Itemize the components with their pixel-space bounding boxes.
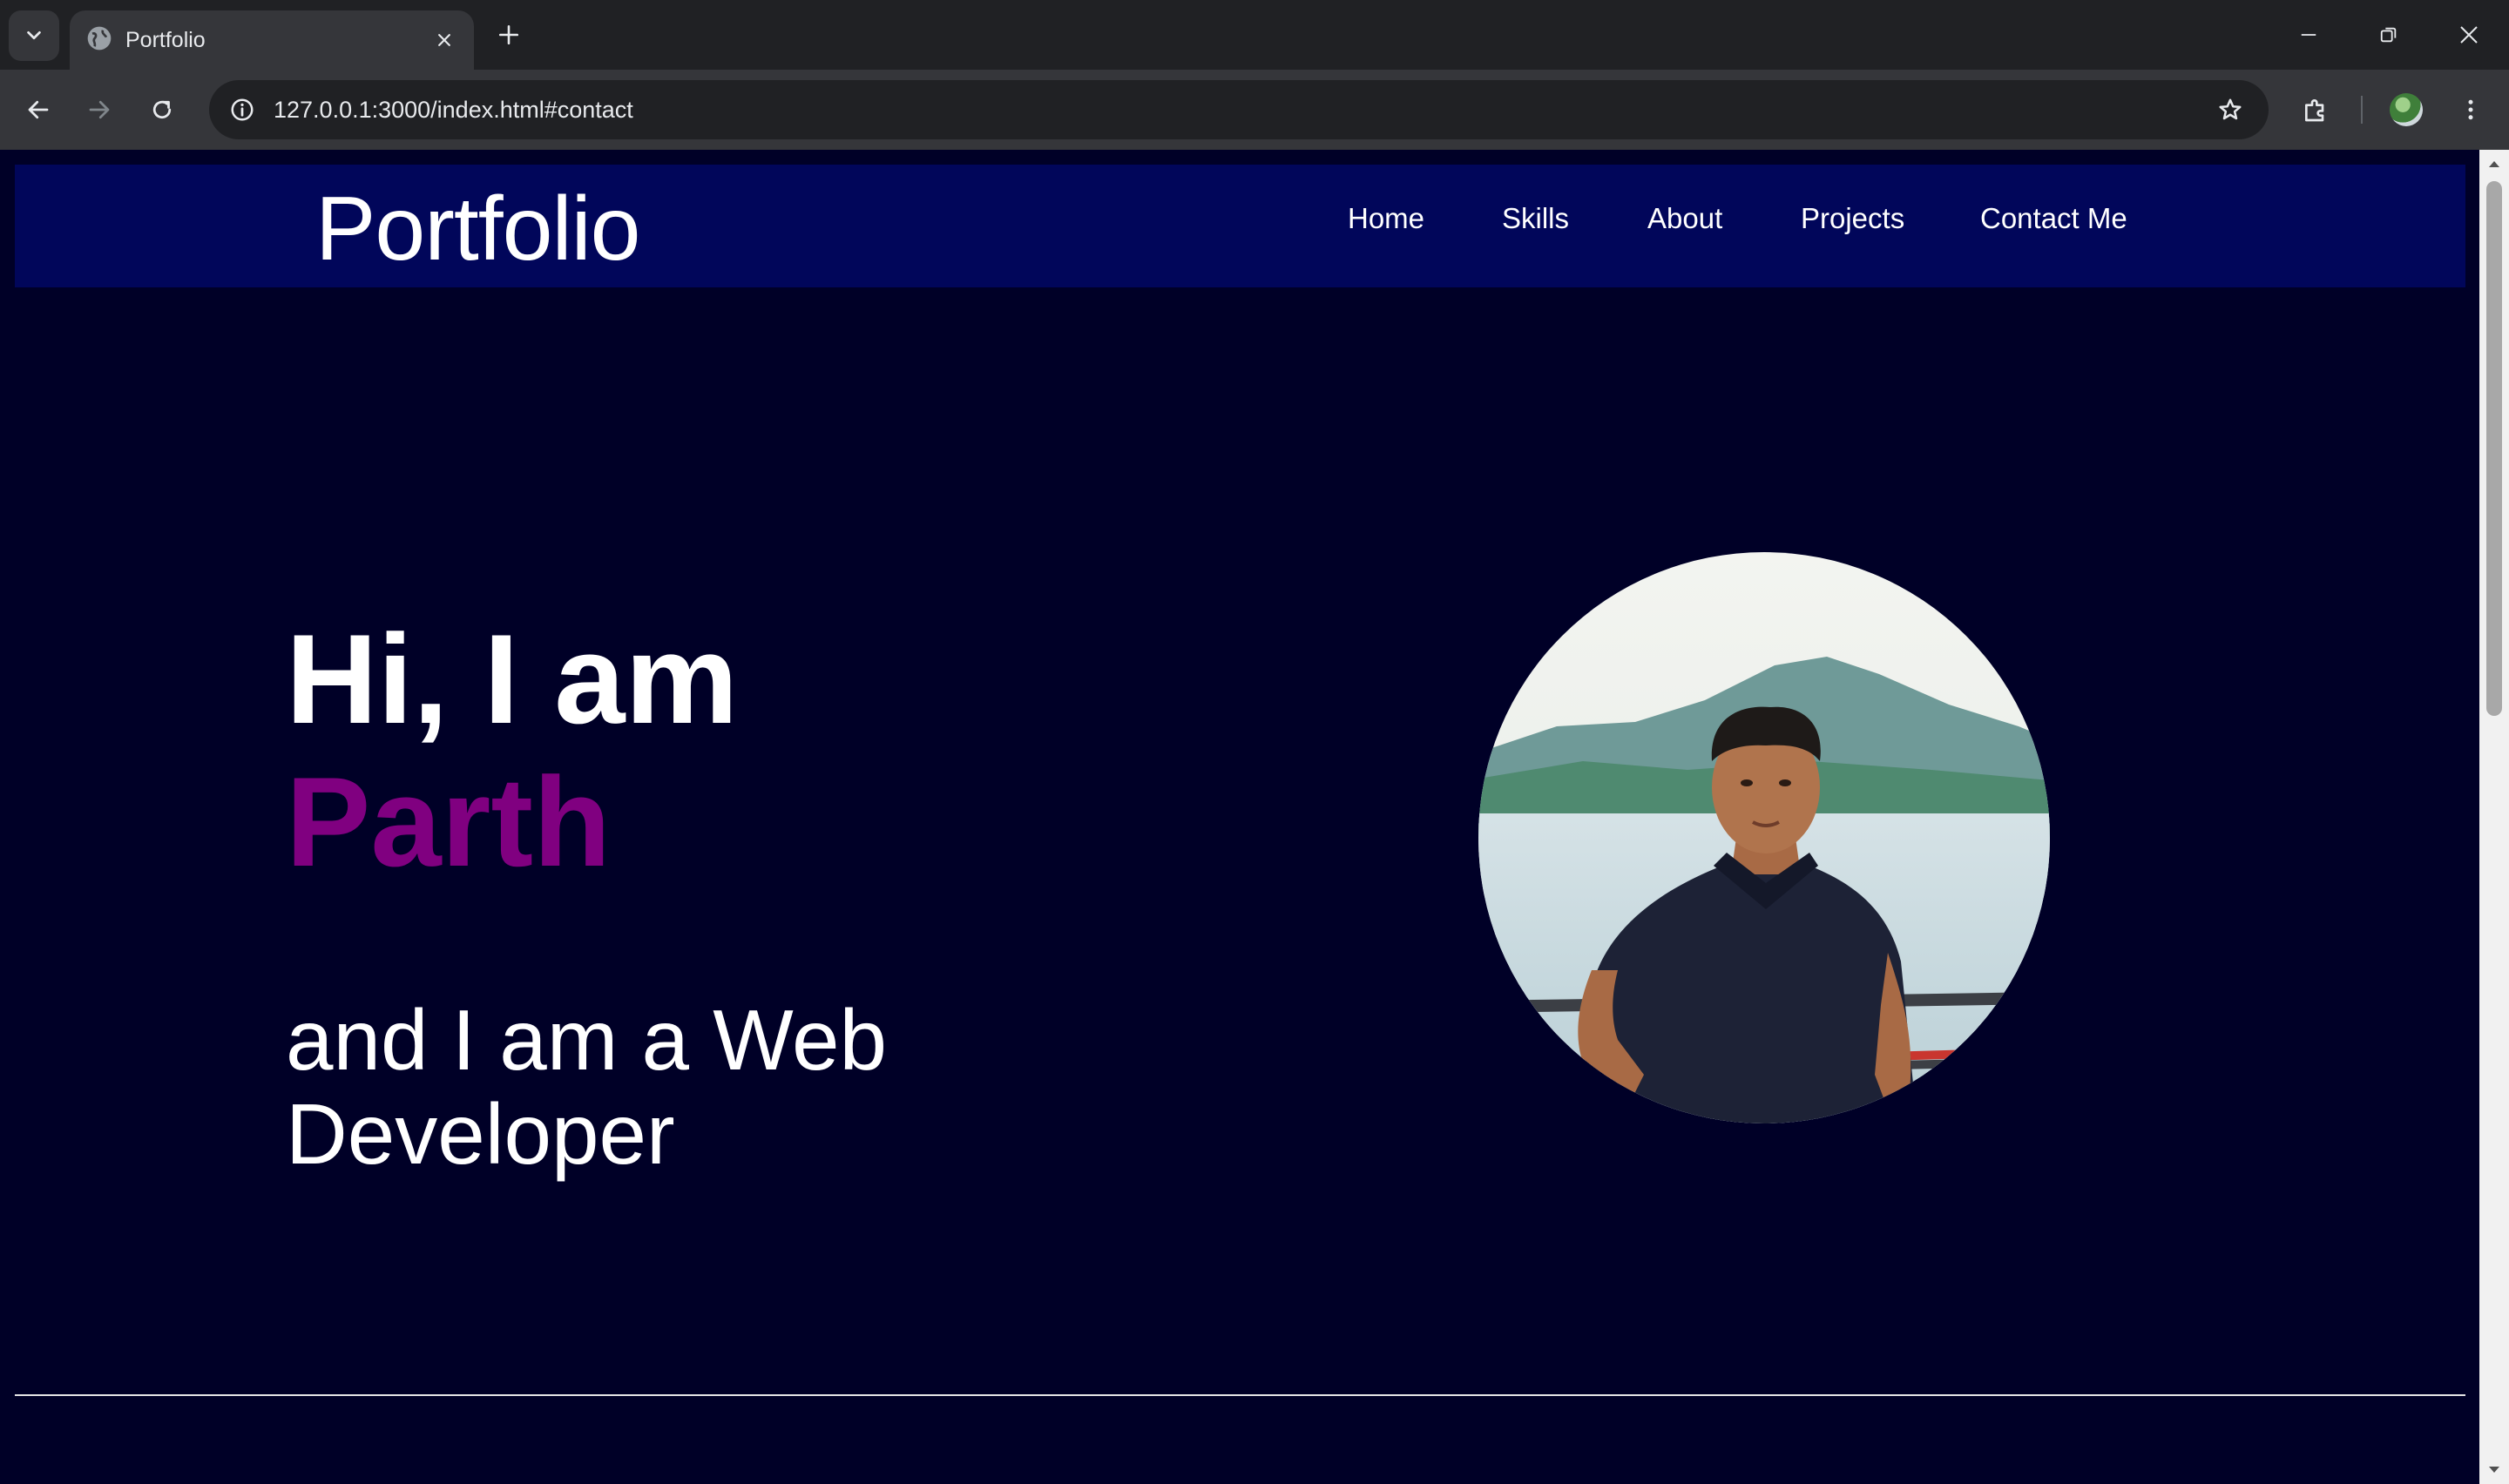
reload-icon	[152, 100, 172, 119]
close-tab-button[interactable]	[427, 23, 462, 57]
plus-icon	[498, 24, 519, 45]
nav-link-about[interactable]: About	[1647, 201, 1722, 236]
globe-icon	[87, 26, 112, 51]
tab-title: Portfolio	[125, 28, 206, 52]
site-info-button[interactable]	[221, 89, 263, 131]
hero-greeting: Hi, I am	[286, 608, 739, 750]
forward-button[interactable]	[77, 87, 122, 132]
arrow-left-icon	[28, 100, 49, 119]
nav-link-projects[interactable]: Projects	[1801, 201, 1904, 236]
hero-role: and I am a Web Developer	[286, 992, 888, 1182]
url-text[interactable]: 127.0.0.1:3000/index.html#contact	[274, 80, 633, 139]
tab-portfolio[interactable]: Portfolio	[70, 10, 474, 70]
bookmark-button[interactable]	[2209, 89, 2251, 131]
toolbar-divider	[2361, 96, 2363, 124]
restore-icon	[2380, 27, 2397, 43]
tab-strip: Portfolio	[0, 0, 2509, 70]
arrow-right-icon	[89, 100, 110, 119]
nav-link-skills[interactable]: Skills	[1502, 201, 1569, 236]
site-header: Portfolio Home Skills About Projects Con…	[15, 165, 2465, 287]
triangle-down-icon	[2489, 1467, 2499, 1473]
nav-link-contact[interactable]: Contact Me	[1980, 201, 2127, 236]
site-nav: Home Skills About Projects Contact Me	[15, 165, 2465, 287]
restore-button[interactable]	[2357, 9, 2420, 61]
page-viewport: Portfolio Home Skills About Projects Con…	[0, 150, 2509, 1484]
browser-toolbar: 127.0.0.1:3000/index.html#contact	[0, 70, 2509, 150]
minimize-button[interactable]	[2277, 9, 2340, 61]
chevron-down-icon	[27, 30, 41, 40]
scrollbar-thumb[interactable]	[2486, 181, 2502, 716]
scroll-down-button[interactable]	[2479, 1456, 2509, 1484]
info-icon	[231, 98, 254, 121]
profile-photo	[1478, 552, 2050, 1123]
star-icon	[2219, 98, 2242, 120]
browser-window: Portfolio 127.0.0.1:3000/index.html#cont…	[0, 0, 2509, 1484]
avatar	[2390, 93, 2423, 126]
puzzle-icon	[2305, 99, 2324, 122]
section-divider	[15, 1394, 2465, 1396]
tab-search-button[interactable]	[9, 10, 59, 61]
browser-menu-button[interactable]	[2448, 87, 2493, 132]
nav-link-home[interactable]: Home	[1348, 201, 1424, 236]
minimize-icon	[2301, 34, 2316, 36]
close-icon	[2460, 26, 2478, 44]
profile-button[interactable]	[2384, 87, 2429, 132]
address-bar[interactable]: 127.0.0.1:3000/index.html#contact	[209, 80, 2269, 139]
back-button[interactable]	[16, 87, 61, 132]
kebab-menu-icon	[2468, 99, 2473, 120]
reload-button[interactable]	[139, 87, 185, 132]
triangle-up-icon	[2489, 161, 2499, 167]
scroll-up-button[interactable]	[2479, 150, 2509, 178]
new-tab-button[interactable]	[488, 14, 530, 56]
hero-name: Parth	[286, 751, 612, 893]
profile-photo-illustration	[1478, 552, 2050, 1123]
page-scrollbar[interactable]	[2479, 150, 2509, 1484]
close-icon	[438, 34, 450, 46]
extensions-button[interactable]	[2293, 87, 2338, 132]
close-window-button[interactable]	[2438, 9, 2500, 61]
